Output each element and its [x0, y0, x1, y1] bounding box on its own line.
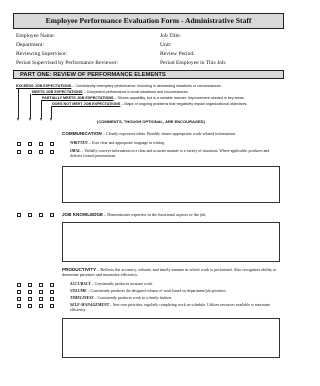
accuracy-does-not-checkbox[interactable]	[50, 283, 54, 287]
volume-exceeds-checkbox[interactable]	[17, 290, 21, 294]
self-management-does-not-checkbox[interactable]	[50, 304, 54, 308]
oral-meets-checkbox[interactable]	[28, 150, 32, 154]
volume-does-not-checkbox[interactable]	[50, 290, 54, 294]
scale-exceeds: EXCEEDS JOB EXPECTATIONS – Consistently …	[16, 84, 222, 89]
oral-partially-checkbox[interactable]	[39, 150, 43, 154]
self-management-meets-checkbox[interactable]	[28, 304, 32, 308]
productivity-comments-box[interactable]	[62, 318, 280, 358]
scale-partially-desc: – Shows capability, but is a variable ma…	[113, 96, 245, 100]
volume-item: VOLUME – Consistently produces the desig…	[70, 289, 280, 294]
communication-comments-box[interactable]	[62, 166, 280, 203]
volume-partially-checkbox[interactable]	[39, 290, 43, 294]
arrow-down-icon	[28, 118, 31, 121]
scale-partially-meets: PARTIALLY MEETS JOB EXPECTATIONS – Shows…	[42, 96, 245, 101]
job-knowledge-exceeds-checkbox[interactable]	[17, 213, 21, 217]
review-period-label: Review Period:	[160, 51, 195, 57]
scale-exceeds-desc: – Consistently exemplary performance, in…	[71, 84, 222, 88]
scale-meets-desc: – Competent performance in most situatio…	[82, 90, 189, 94]
oral-does-not-checkbox[interactable]	[50, 150, 54, 154]
period-employee-label: Period Employee in This Job:	[160, 60, 227, 66]
accuracy-partially-checkbox[interactable]	[39, 283, 43, 287]
job-knowledge-heading: JOB KNOWLEDGE – Demonstrates expertise i…	[62, 212, 206, 217]
oral-exceeds-checkbox[interactable]	[17, 150, 21, 154]
timeliness-label: TIMELINESS	[70, 296, 94, 300]
written-meets-checkbox[interactable]	[28, 142, 32, 146]
unit-label: Unit:	[160, 42, 172, 48]
scale-meets-label: MEETS JOB EXPECTATIONS	[32, 90, 83, 94]
accuracy-item: ACCURACY – Consistently produces accurat…	[70, 282, 280, 287]
timeliness-does-not-checkbox[interactable]	[50, 297, 54, 301]
job-knowledge-does-not-checkbox[interactable]	[50, 213, 54, 217]
accuracy-label: ACCURACY	[70, 282, 91, 286]
part-one-heading: PART ONE: REVIEW OF PERFORMANCE ELEMENTS	[13, 70, 284, 79]
timeliness-item: TIMELINESS – Consistently produces work …	[70, 296, 280, 301]
timeliness-exceeds-checkbox[interactable]	[17, 297, 21, 301]
self-management-partially-checkbox[interactable]	[39, 304, 43, 308]
job-knowledge-meets-checkbox[interactable]	[28, 213, 32, 217]
volume-label: VOLUME	[70, 289, 87, 293]
written-partially-checkbox[interactable]	[39, 142, 43, 146]
self-management-item: SELF-MANAGEMENT – Sets own priorities, r…	[70, 303, 282, 312]
comments-note: (COMMENTS, THOUGH OPTIONAL, ARE ENCOURAG…	[97, 119, 205, 124]
communication-desc: – Clearly expresses ideas. Readily share…	[101, 131, 237, 136]
volume-meets-checkbox[interactable]	[28, 290, 32, 294]
written-item: WRITTEN – Uses clear and appropriate lan…	[70, 141, 280, 146]
job-knowledge-comments-box[interactable]	[62, 222, 280, 262]
arrow-down-icon	[39, 118, 42, 121]
timeliness-partially-checkbox[interactable]	[39, 297, 43, 301]
oral-desc: – Verbally conveys information in a clea…	[70, 149, 270, 158]
scale-does-not-label: DOES NOT MEET JOB EXPECTATIONS	[52, 102, 121, 106]
written-exceeds-checkbox[interactable]	[17, 142, 21, 146]
job-knowledge-partially-checkbox[interactable]	[39, 213, 43, 217]
arrow-down-icon	[16, 118, 19, 121]
arrow-down-icon	[49, 118, 52, 121]
department-label: Department:	[16, 42, 44, 48]
employee-name-label: Employee Name:	[16, 33, 55, 39]
oral-label: ORAL	[70, 149, 81, 153]
job-title-label: Job Title:	[160, 33, 181, 39]
communication-title: COMMUNICATION	[62, 131, 102, 136]
job-knowledge-title: JOB KNOWLEDGE	[62, 212, 104, 217]
scale-does-not-desc: – Major or ongoing problems that negativ…	[120, 102, 248, 106]
scale-does-not-meet: DOES NOT MEET JOB EXPECTATIONS – Major o…	[52, 102, 247, 107]
scale-exceeds-label: EXCEEDS JOB EXPECTATIONS	[16, 84, 72, 88]
self-management-label: SELF-MANAGEMENT	[70, 303, 110, 307]
scale-line-3	[41, 100, 42, 118]
written-label: WRITTEN	[70, 141, 88, 145]
written-desc: – Uses clear and appropriate language in…	[87, 141, 166, 145]
reviewing-supervisor-label: Reviewing Supervisor:	[16, 51, 68, 57]
accuracy-meets-checkbox[interactable]	[28, 283, 32, 287]
productivity-heading: PRODUCTIVITY – Reflects the accuracy, vo…	[62, 267, 282, 278]
self-management-exceeds-checkbox[interactable]	[17, 304, 21, 308]
scale-line-4	[51, 106, 52, 118]
scale-line-1	[18, 88, 19, 118]
communication-heading: COMMUNICATION – Clearly expresses ideas.…	[62, 131, 236, 136]
period-supervised-label: Period Supervised by Performance Reviewe…	[16, 60, 119, 66]
scale-line-2	[30, 94, 31, 118]
accuracy-desc: – Consistently produces accurate work.	[90, 282, 153, 286]
volume-desc: – Consistently produces the designed vol…	[86, 289, 227, 293]
accuracy-exceeds-checkbox[interactable]	[17, 283, 21, 287]
form-title: Employee Performance Evaluation Form - A…	[13, 13, 284, 29]
oral-item: ORAL – Verbally conveys information in a…	[70, 149, 282, 158]
scale-meets: MEETS JOB EXPECTATIONS – Competent perfo…	[32, 90, 189, 95]
scale-partially-label: PARTIALLY MEETS JOB EXPECTATIONS	[42, 96, 114, 100]
job-knowledge-desc: – Demonstrates expertise in the function…	[103, 212, 207, 217]
timeliness-meets-checkbox[interactable]	[28, 297, 32, 301]
timeliness-desc: – Consistently produces work in a timely…	[93, 296, 172, 300]
written-does-not-checkbox[interactable]	[50, 142, 54, 146]
